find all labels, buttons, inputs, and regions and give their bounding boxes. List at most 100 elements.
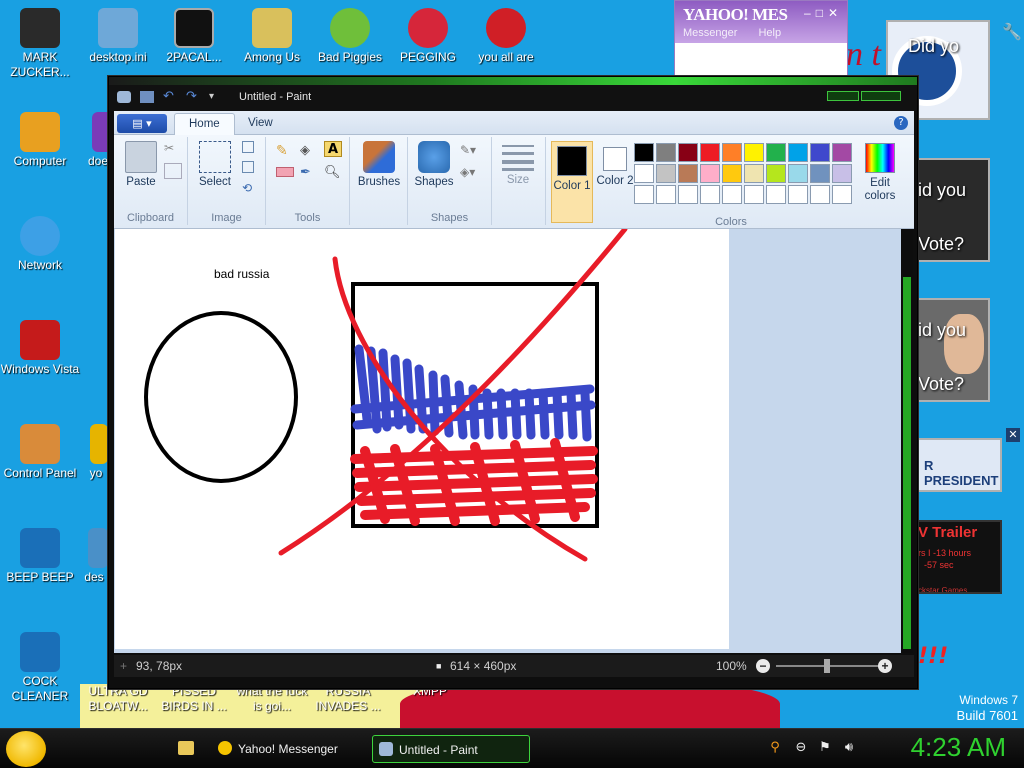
palette-swatch[interactable] bbox=[700, 185, 720, 204]
copy-icon[interactable] bbox=[164, 163, 182, 179]
minimize-button[interactable] bbox=[827, 91, 859, 101]
fill-icon[interactable]: ◈ bbox=[300, 143, 318, 159]
palette-swatch[interactable] bbox=[722, 185, 742, 204]
save-icon[interactable] bbox=[140, 91, 154, 103]
undo-icon[interactable]: ↶ bbox=[163, 90, 177, 103]
zoom-in-button[interactable]: + bbox=[878, 659, 892, 673]
palette-swatch[interactable] bbox=[634, 164, 654, 183]
canvas-text[interactable]: bad russia bbox=[214, 267, 269, 281]
palette-swatch[interactable] bbox=[678, 164, 698, 183]
palette-swatch[interactable] bbox=[810, 164, 830, 183]
select-button[interactable]: Select bbox=[196, 141, 234, 188]
desktop-icon-you-all-are[interactable]: you all are bbox=[466, 8, 546, 65]
desktop-icon-pegging[interactable]: PEGGING bbox=[388, 8, 468, 65]
palette-swatch[interactable] bbox=[722, 164, 742, 183]
yahoo-titlebar[interactable]: YAHOO! MES Messenger Help ‒□✕ bbox=[675, 1, 847, 43]
color2-button[interactable]: Color 2 bbox=[596, 141, 634, 188]
menu-help[interactable]: Help bbox=[758, 27, 781, 39]
palette-swatch[interactable] bbox=[766, 164, 786, 183]
brushes-button[interactable]: Brushes bbox=[354, 141, 404, 188]
desktop-icon-control-panel[interactable]: Control Panel bbox=[0, 424, 80, 481]
desktop-icon-des[interactable]: des bbox=[80, 528, 108, 585]
crop-icon[interactable] bbox=[242, 141, 254, 153]
palette-swatch[interactable] bbox=[678, 143, 698, 162]
cut-icon[interactable]: ✂ bbox=[164, 141, 182, 157]
desktop-icon-among-us[interactable]: Among Us bbox=[232, 8, 312, 65]
desktop-icon-beep-beep[interactable]: BEEP BEEP bbox=[0, 528, 80, 585]
paint-app-icon[interactable] bbox=[117, 91, 131, 103]
palette-swatch[interactable] bbox=[766, 143, 786, 162]
menu-messenger[interactable]: Messenger bbox=[683, 27, 737, 39]
color-picker-icon[interactable]: ✒ bbox=[300, 165, 318, 181]
palette-swatch[interactable] bbox=[788, 143, 808, 162]
text-icon[interactable]: A bbox=[324, 141, 342, 157]
desktop-icon-windows-vista[interactable]: Windows Vista bbox=[0, 320, 80, 377]
palette-swatch[interactable] bbox=[810, 143, 830, 162]
palette-swatch[interactable] bbox=[832, 143, 852, 162]
palette-swatch[interactable] bbox=[788, 185, 808, 204]
edit-colors-button[interactable]: Edit colors bbox=[856, 143, 904, 203]
palette-swatch[interactable] bbox=[832, 185, 852, 204]
desktop-icon-yo[interactable]: yo bbox=[84, 424, 108, 481]
desktop-icon-computer[interactable]: Computer bbox=[0, 112, 80, 169]
clock[interactable]: 4:23 AM bbox=[911, 732, 1006, 763]
minus-circle-icon[interactable]: ⊖ bbox=[794, 741, 808, 755]
palette-swatch[interactable] bbox=[722, 143, 742, 162]
start-button[interactable] bbox=[6, 731, 46, 767]
palette-swatch[interactable] bbox=[634, 185, 654, 204]
resize-icon[interactable] bbox=[242, 161, 254, 173]
palette-swatch[interactable] bbox=[700, 164, 720, 183]
palette-swatch[interactable] bbox=[810, 185, 830, 204]
ad-president[interactable]: R PRESIDENT bbox=[912, 438, 1002, 492]
paint-menu-button[interactable]: ▤ ▾ bbox=[117, 114, 167, 133]
palette-swatch[interactable] bbox=[656, 164, 676, 183]
palette-swatch[interactable] bbox=[656, 143, 676, 162]
fill-shape-icon[interactable]: ◈▾ bbox=[460, 165, 478, 181]
folder-icon[interactable] bbox=[178, 741, 194, 755]
ad-hillary-2[interactable]: id you Vote? bbox=[912, 298, 990, 402]
taskbar-item-paint[interactable]: Untitled - Paint bbox=[372, 735, 530, 763]
action-center-icon[interactable]: ⚑ bbox=[818, 741, 832, 755]
palette-swatch[interactable] bbox=[788, 164, 808, 183]
palette-swatch[interactable] bbox=[678, 185, 698, 204]
yahoo-messenger-window[interactable]: YAHOO! MES Messenger Help ‒□✕ bbox=[674, 0, 848, 80]
zoom-slider-thumb[interactable] bbox=[824, 659, 830, 673]
desktop-icon-2pacal[interactable]: 2PACAL... bbox=[154, 8, 234, 65]
palette-swatch[interactable] bbox=[700, 143, 720, 162]
desktop-icon-mark-zuckerberg[interactable]: MARK ZUCKER... bbox=[0, 8, 80, 80]
vertical-scrollbar[interactable] bbox=[901, 229, 913, 653]
desktop-icon-bad-piggies[interactable]: Bad Piggies bbox=[310, 8, 390, 65]
tab-home[interactable]: Home bbox=[174, 113, 235, 135]
palette-swatch[interactable] bbox=[766, 185, 786, 204]
taskbar-item-yahoo[interactable]: Yahoo! Messenger bbox=[212, 735, 367, 763]
palette-swatch[interactable] bbox=[744, 164, 764, 183]
color1-button[interactable]: Color 1 bbox=[551, 141, 593, 223]
window-controls[interactable]: ‒□✕ bbox=[804, 6, 843, 20]
tab-view[interactable]: View bbox=[234, 113, 287, 135]
redo-icon[interactable]: ↷ bbox=[186, 90, 200, 103]
magnifier-icon[interactable]: 🔍︎ bbox=[324, 165, 342, 181]
close-icon[interactable]: ✕ bbox=[1006, 428, 1020, 442]
palette-swatch[interactable] bbox=[744, 143, 764, 162]
desktop-icon-cock-cleaner[interactable]: COCK CLEANER bbox=[0, 632, 80, 704]
drawing-canvas[interactable]: bad russia bbox=[115, 229, 729, 649]
desktop-icon-desktop-ini[interactable]: desktop.ini bbox=[78, 8, 158, 65]
scrollbar-thumb[interactable] bbox=[903, 277, 911, 649]
desktop-icon-network[interactable]: Network bbox=[0, 216, 80, 273]
eraser-icon[interactable] bbox=[276, 167, 294, 177]
search-icon[interactable]: ⚲ bbox=[768, 741, 782, 755]
desktop-icon-doe[interactable]: doe bbox=[78, 112, 108, 169]
ad-gta-trailer[interactable]: V Trailer rs I -13 hours -57 sec ckstar … bbox=[912, 520, 1002, 594]
maximize-button[interactable] bbox=[861, 91, 901, 101]
ad-hillary-1[interactable]: id you Vote? bbox=[912, 158, 990, 262]
palette-swatch[interactable] bbox=[656, 185, 676, 204]
volume-icon[interactable]: 🔊︎ bbox=[842, 741, 856, 755]
palette-swatch[interactable] bbox=[744, 185, 764, 204]
chevron-down-icon[interactable]: ▾ bbox=[209, 91, 223, 103]
paste-button[interactable]: Paste bbox=[124, 141, 158, 188]
help-icon[interactable]: ? bbox=[894, 116, 908, 130]
rotate-icon[interactable]: ⟲ bbox=[242, 181, 260, 197]
outline-icon[interactable]: ✎▾ bbox=[460, 143, 478, 159]
shapes-button[interactable]: Shapes bbox=[412, 141, 456, 188]
wrench-icon[interactable]: 🔧 bbox=[1002, 22, 1022, 42]
